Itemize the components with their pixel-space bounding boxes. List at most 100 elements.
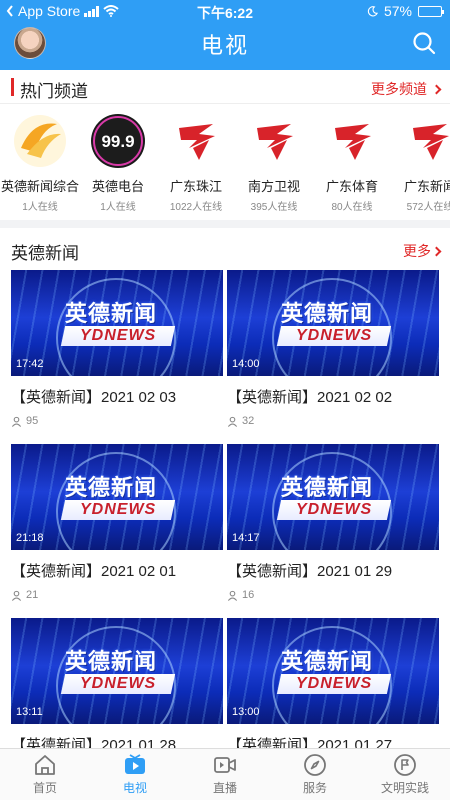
program-logo-cn: 英德新闻 [65, 475, 158, 500]
channel-online-count: 80人在线 [331, 202, 373, 213]
app-screen: App Store 下午6:22 57% 电视 热门频道 更多频道 英德新闻综合… [0, 0, 450, 800]
guangdong-tv-logo-icon [169, 114, 223, 168]
channel-item[interactable]: 广东珠江 1022人在线 [156, 110, 236, 213]
search-icon[interactable] [412, 31, 436, 55]
program-logo-cn: 英德新闻 [65, 649, 158, 674]
program-logo-en-text: YDNEWS [79, 327, 157, 344]
channel-name: 英德电台 [91, 179, 144, 194]
guangdong-tv-logo-icon [247, 114, 301, 168]
person-icon [11, 416, 22, 427]
video-title[interactable]: 【英德新闻】2021 01 29 [227, 560, 439, 581]
tab-label: 首页 [32, 781, 57, 795]
channel-name: 英德新闻综合 [0, 179, 79, 194]
channel-item[interactable]: 广东体育 80人在线 [312, 110, 392, 213]
battery-icon [418, 5, 444, 17]
channel-item[interactable]: 英德新闻综合 1人在线 [0, 110, 80, 213]
person-icon [11, 590, 22, 601]
video-duration: 13:00 [232, 706, 260, 718]
video-duration: 13:11 [16, 706, 43, 718]
tv-icon [125, 754, 145, 774]
video-thumbnail[interactable]: 英德新闻 YDNEWS 17:42 [11, 270, 223, 376]
chevron-right-icon [431, 246, 442, 256]
section-accent-bar [11, 78, 14, 96]
program-logo-cn: 英德新闻 [65, 301, 158, 326]
tab-tv[interactable]: 电视 [90, 749, 180, 800]
view-count: 16 [242, 589, 255, 601]
video-duration: 14:00 [232, 358, 260, 370]
status-right: 57% [367, 3, 444, 19]
channel-item[interactable]: 广东新闻 572人在线 [390, 110, 450, 213]
video-views: 21 [11, 589, 223, 601]
video-card[interactable]: 英德新闻 YDNEWS 14:00 【英德新闻】2021 02 02 32 [227, 270, 439, 427]
program-logo-en-text: YDNEWS [295, 675, 373, 692]
view-count: 32 [242, 415, 255, 427]
program-logo-en: YDNEWS [60, 326, 176, 346]
tab-home[interactable]: 首页 [0, 749, 90, 800]
more-channels-link[interactable]: 更多频道 [371, 79, 442, 99]
program-logo-en: YDNEWS [60, 674, 176, 694]
hot-channels-header: 热门频道 更多频道 [0, 70, 450, 104]
more-news-link[interactable]: 更多 [403, 241, 442, 261]
video-card[interactable]: 英德新闻 YDNEWS 14:17 【英德新闻】2021 01 29 16 [227, 444, 439, 601]
video-views: 32 [227, 415, 439, 427]
fm-frequency-text: 99.9 [101, 132, 134, 151]
moon-icon [367, 5, 378, 16]
video-thumbnail[interactable]: 英德新闻 YDNEWS 13:00 [227, 618, 439, 724]
channel-item[interactable]: 南方卫视 395人在线 [234, 110, 314, 213]
flag-icon [394, 754, 416, 776]
channel-name: 南方卫视 [247, 179, 300, 194]
more-channels-label[interactable]: 更多频道 [371, 79, 427, 99]
channel-online-count: 395人在线 [250, 202, 298, 213]
video-card[interactable]: 英德新闻 YDNEWS 13:00 【英德新闻】2021 01 27 [227, 618, 439, 755]
news-section-header: 英德新闻 更多 [0, 232, 450, 266]
home-icon [35, 755, 55, 775]
header: App Store 下午6:22 57% 电视 [0, 0, 450, 70]
program-logo-en: YDNEWS [276, 674, 392, 694]
tab-label: 电视 [122, 781, 147, 795]
view-count: 95 [26, 415, 39, 427]
video-thumbnail[interactable]: 英德新闻 YDNEWS 14:00 [227, 270, 439, 376]
program-logo-en: YDNEWS [276, 500, 392, 520]
program-logo-en: YDNEWS [60, 500, 176, 520]
tab-label: 直播 [212, 781, 237, 795]
video-views: 16 [227, 589, 439, 601]
program-logo-en-text: YDNEWS [295, 501, 373, 518]
program-logo-en: YDNEWS [276, 326, 392, 346]
battery-percent: 57% [383, 3, 412, 19]
channel-online-count: 572人在线 [406, 202, 450, 213]
video-card[interactable]: 英德新闻 YDNEWS 21:18 【英德新闻】2021 02 01 21 [11, 444, 223, 601]
tab-live[interactable]: 直播 [180, 749, 270, 800]
hot-channels-title: 热门频道 [20, 82, 88, 101]
video-card[interactable]: 英德新闻 YDNEWS 17:42 【英德新闻】2021 02 03 95 [11, 270, 223, 427]
person-icon [227, 416, 238, 427]
program-logo-cn: 英德新闻 [281, 301, 374, 326]
channel-name: 广东珠江 [169, 179, 222, 194]
video-thumbnail[interactable]: 英德新闻 YDNEWS 14:17 [227, 444, 439, 550]
bottom-tab-bar: 首页 电视 直播 服务 文明实践 [0, 748, 450, 800]
video-card[interactable]: 英德新闻 YDNEWS 13:11 【英德新闻】2021 01 28 [11, 618, 223, 755]
channel-item[interactable]: 99.9 英德电台 1人在线 [78, 110, 158, 213]
video-duration: 17:42 [16, 358, 44, 370]
channel-online-count: 1022人在线 [169, 202, 223, 213]
guangdong-tv-logo-icon [403, 114, 450, 168]
more-news-label[interactable]: 更多 [403, 241, 431, 261]
channel-name: 广东新闻 [403, 179, 450, 194]
yingde-news-logo-icon [13, 114, 67, 168]
person-icon [227, 590, 238, 601]
page-title: 电视 [200, 33, 249, 58]
channel-list: 英德新闻综合 1人在线 99.9 英德电台 1人在线 广东珠江 1022人在线 … [0, 110, 450, 214]
status-bar: App Store 下午6:22 57% [0, 0, 450, 22]
news-section-title: 英德新闻 [11, 244, 79, 263]
guangdong-tv-logo-icon [325, 114, 379, 168]
video-title[interactable]: 【英德新闻】2021 02 01 [11, 560, 223, 581]
tab-service[interactable]: 服务 [270, 749, 360, 800]
program-logo-en-text: YDNEWS [79, 501, 157, 518]
tab-label: 文明实践 [380, 781, 429, 795]
chevron-right-icon [431, 84, 442, 94]
video-title[interactable]: 【英德新闻】2021 02 03 [11, 386, 223, 407]
video-title[interactable]: 【英德新闻】2021 02 02 [227, 386, 439, 407]
video-thumbnail[interactable]: 英德新闻 YDNEWS 13:11 [11, 618, 223, 724]
program-logo-en-text: YDNEWS [79, 675, 157, 692]
tab-civilization-practice[interactable]: 文明实践 [360, 749, 450, 800]
video-thumbnail[interactable]: 英德新闻 YDNEWS 21:18 [11, 444, 223, 550]
